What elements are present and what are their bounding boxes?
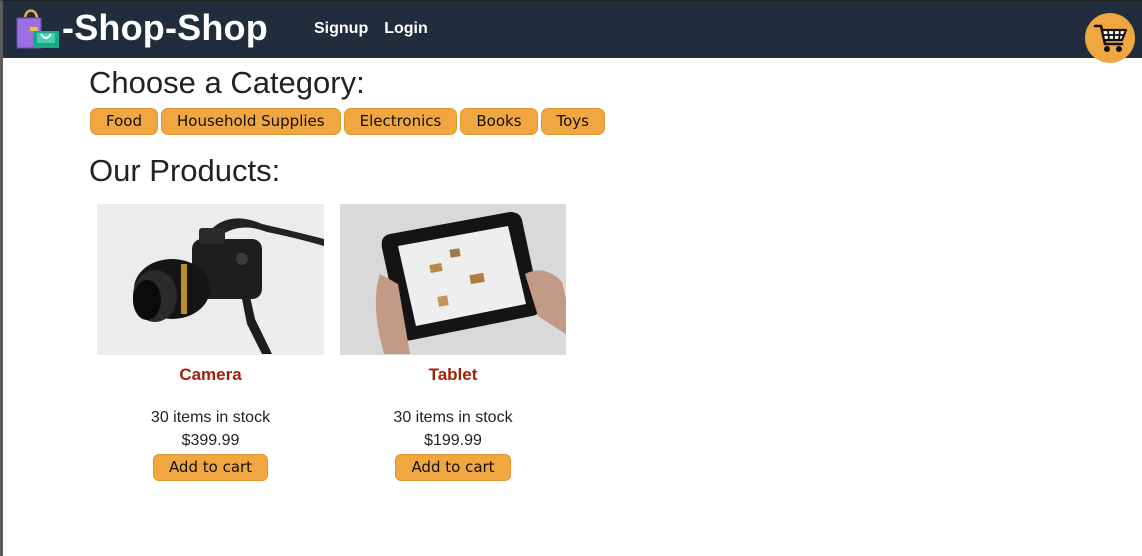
category-books-button[interactable]: Books xyxy=(460,108,538,135)
header: -Shop-Shop Signup Login xyxy=(3,1,1142,58)
login-link[interactable]: Login xyxy=(384,20,428,38)
add-to-cart-button[interactable]: Add to cart xyxy=(152,454,269,481)
category-toys-button[interactable]: Toys xyxy=(540,108,605,135)
add-to-cart-button[interactable]: Add to cart xyxy=(395,454,511,481)
camera-image[interactable] xyxy=(97,204,324,355)
shopping-bags-icon[interactable] xyxy=(15,9,59,49)
product-card-tablet: Tablet 30 items in stock $199.99 Add to … xyxy=(340,204,566,481)
shopping-cart-icon xyxy=(1093,24,1128,52)
category-food-button[interactable]: Food xyxy=(90,108,158,135)
product-name[interactable]: Camera xyxy=(97,364,324,386)
cart-button[interactable] xyxy=(1085,13,1135,63)
brand-title[interactable]: -Shop-Shop xyxy=(62,7,268,49)
category-heading: Choose a Category: xyxy=(89,65,365,100)
price-text: $199.99 xyxy=(424,432,482,449)
category-list: Food Household Supplies Electronics Book… xyxy=(90,108,605,135)
stock-text: 30 items in stock xyxy=(393,409,513,426)
stock-text: 30 items in stock xyxy=(150,409,271,426)
product-card-camera: Camera 30 items in stock $399.99 Add to … xyxy=(97,204,324,481)
price-text: $399.99 xyxy=(181,432,240,449)
product-name[interactable]: Tablet xyxy=(340,364,566,386)
page: -Shop-Shop Signup Login Choose a Categor… xyxy=(0,0,1142,556)
main-nav: Signup Login xyxy=(314,20,428,38)
tablet-image[interactable] xyxy=(340,204,566,355)
category-household-supplies-button[interactable]: Household Supplies xyxy=(160,108,341,135)
products-heading: Our Products: xyxy=(89,153,281,188)
category-electronics-button[interactable]: Electronics xyxy=(343,108,458,135)
signup-link[interactable]: Signup xyxy=(314,20,368,38)
